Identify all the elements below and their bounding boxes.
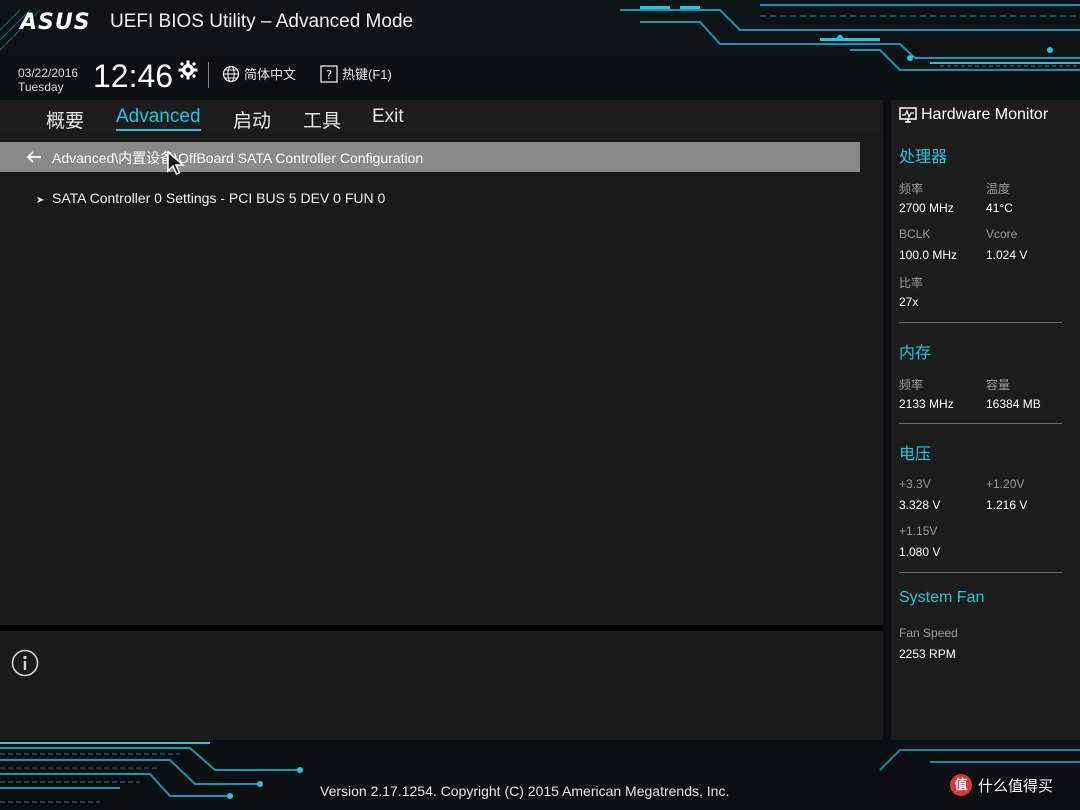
globe-icon [222, 65, 240, 82]
hotkey-label: 热键(F1) [342, 67, 392, 82]
v120-label: +1.20V [986, 477, 1025, 491]
cpu-section-heading: 处理器 [899, 149, 948, 166]
help-panel [0, 631, 883, 740]
section-divider [899, 572, 1062, 573]
bclk-label: BCLK [899, 227, 931, 241]
back-arrow-icon[interactable] [26, 149, 42, 165]
divider [883, 100, 891, 740]
divider [208, 62, 209, 88]
footer-bar: Version 2.17.1254. Copyright (C) 2015 Am… [0, 740, 1080, 810]
language-button[interactable]: 简体中文 [222, 64, 296, 83]
help-icon: ? [320, 64, 338, 83]
fan-section-heading: System Fan [899, 589, 985, 606]
tab-advanced[interactable]: Advanced [116, 106, 201, 131]
svg-text:?: ? [326, 68, 332, 82]
ratio-label: 比率 [899, 276, 924, 290]
bclk-value: 100.0 MHz [899, 248, 958, 262]
cpu-freq-value: 2700 MHz [899, 201, 954, 215]
hardware-monitor-header: Hardware Monitor [899, 106, 1048, 124]
v33-value: 3.328 V [899, 498, 941, 512]
version-copyright: Version 2.17.1254. Copyright (C) 2015 Am… [320, 783, 730, 799]
hardware-monitor-title: Hardware Monitor [921, 106, 1049, 123]
header-bar: ASUS UEFI BIOS Utility – Advanced Mode 0… [0, 0, 1080, 100]
mem-freq-value: 2133 MHz [899, 397, 954, 411]
v120-value: 1.216 V [986, 498, 1028, 512]
app-title: UEFI BIOS Utility – Advanced Mode [110, 11, 414, 32]
watermark-badge: 值 [950, 774, 972, 796]
mem-capacity-value: 16384 MB [986, 397, 1041, 411]
submenu-arrow-icon: ➤ [36, 195, 45, 206]
tab-tools[interactable]: 工具 [303, 106, 341, 133]
breadcrumb[interactable]: Advanced\内置设备\OffBoard SATA Controller C… [0, 142, 860, 172]
settings-panel: Advanced\内置设备\OffBoard SATA Controller C… [0, 132, 883, 625]
v115-label: +1.15V [899, 524, 938, 538]
vcore-value: 1.024 V [986, 248, 1028, 262]
fan-speed-label: Fan Speed [899, 626, 958, 640]
v33-label: +3.3V [899, 477, 931, 491]
breadcrumb-path: Advanced\内置设备\OffBoard SATA Controller C… [52, 150, 424, 166]
cpu-temp-value: 41°C [986, 201, 1013, 215]
menu-item-label: SATA Controller 0 Settings - PCI BUS 5 D… [52, 190, 386, 206]
cpu-temp-label: 温度 [986, 182, 1011, 196]
watermark-text: 什么值得买 [978, 777, 1054, 795]
circuit-decoration [0, 742, 1080, 803]
voltage-section-heading: 电压 [899, 446, 932, 463]
date-display: 03/22/2016 Tuesday [18, 66, 78, 94]
tab-exit[interactable]: Exit [372, 106, 404, 128]
date-text: 03/22/2016 [18, 66, 79, 80]
hardware-monitor-panel: Hardware Monitor 处理器 频率 温度 2700 MHz 41°C… [891, 100, 1080, 740]
watermark: 值 什么值得买 [950, 774, 1053, 796]
gear-icon[interactable] [178, 60, 198, 80]
language-label: 简体中文 [244, 67, 297, 82]
cpu-freq-label: 频率 [899, 182, 924, 196]
tab-overview[interactable]: 概要 [46, 106, 84, 133]
fan-speed-value: 2253 RPM [899, 647, 956, 661]
menu-item-sata-controller-0[interactable]: ➤ SATA Controller 0 Settings - PCI BUS 5 … [36, 190, 385, 206]
main-tab-bar: 概要 Advanced 启动 工具 Exit [0, 100, 883, 132]
hotkey-button[interactable]: ? 热键(F1) [320, 64, 392, 83]
asus-logo: ASUS [20, 10, 91, 35]
mem-capacity-label: 容量 [986, 378, 1011, 392]
info-icon [11, 649, 39, 677]
mem-freq-label: 频率 [899, 378, 924, 392]
tab-boot[interactable]: 启动 [233, 106, 271, 133]
section-divider [899, 322, 1062, 323]
vcore-label: Vcore [986, 227, 1018, 241]
monitor-icon [899, 107, 917, 123]
ratio-value: 27x [899, 295, 919, 309]
clock: 12:46 [93, 58, 174, 94]
section-divider [899, 423, 1062, 424]
memory-section-heading: 内存 [899, 345, 932, 362]
weekday-text: Tuesday [18, 80, 64, 94]
v115-value: 1.080 V [899, 545, 941, 559]
mouse-pointer-icon [167, 151, 185, 176]
